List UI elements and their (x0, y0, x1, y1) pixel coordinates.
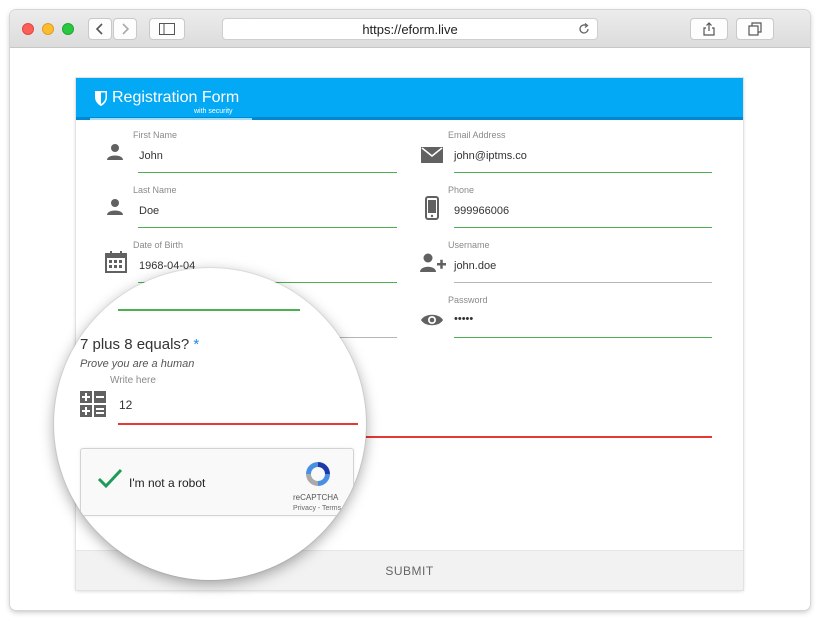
required-mark: * (193, 336, 200, 353)
recaptcha-label: I'm not a robot (129, 476, 206, 490)
form-subtitle: with security (194, 108, 233, 115)
first-name-underline (138, 172, 397, 173)
envelope-icon (421, 147, 443, 163)
url-text: https://eform.live (362, 21, 458, 37)
tabs-button[interactable] (736, 18, 774, 40)
checkmark-icon[interactable] (97, 468, 123, 490)
password-input[interactable]: ••••• (454, 313, 473, 325)
sidebar-toggle-button[interactable] (149, 18, 185, 40)
shield-icon (95, 91, 107, 106)
email-label: Email Address (448, 130, 506, 140)
captcha-answer-underline-magnified (118, 423, 358, 425)
calculator-icon (80, 391, 106, 417)
captcha-answer-underline (366, 436, 712, 438)
person-icon (107, 144, 123, 160)
zoom-window-button[interactable] (62, 23, 74, 35)
first-name-input[interactable]: John (139, 150, 163, 162)
username-label: Username (448, 240, 490, 250)
first-name-label: First Name (133, 130, 178, 140)
password-label: Password (448, 295, 488, 305)
close-window-button[interactable] (22, 23, 34, 35)
captcha-answer-input[interactable]: 12 (119, 398, 132, 412)
phone-label: Phone (448, 185, 475, 195)
back-button[interactable] (88, 18, 112, 40)
forward-button[interactable] (113, 18, 137, 40)
magnifier-lens: 7 plus 8 equals? * Prove you are a human… (54, 268, 366, 580)
sidebar-icon (159, 23, 175, 35)
email-underline (454, 172, 712, 173)
phone-input[interactable]: 999966006 (454, 205, 509, 217)
calendar-icon (105, 251, 127, 273)
captcha-question-text: 7 plus 8 equals? (80, 336, 190, 353)
captcha-question: 7 plus 8 equals? * (80, 336, 199, 353)
recaptcha-logo-icon (306, 462, 330, 486)
email-input[interactable]: john@iptms.co (454, 150, 527, 162)
last-name-label: Last Name (133, 185, 177, 195)
dob-label: Date of Birth (133, 240, 184, 250)
tabs-icon (748, 22, 762, 36)
share-button[interactable] (690, 18, 728, 40)
chevron-right-icon (122, 23, 130, 35)
form-header: Registration Form with security (76, 78, 743, 120)
dob-underline-magnified (118, 309, 300, 311)
recaptcha-brand: reCAPTCHA (293, 493, 339, 502)
phone-underline (454, 227, 712, 228)
password-underline (454, 337, 712, 338)
form-title: Registration Form (112, 89, 240, 106)
eye-icon (421, 314, 443, 326)
browser-window: https://eform.live Registration Form wit… (10, 10, 810, 610)
phone-icon (425, 196, 439, 220)
header-underline (90, 118, 252, 120)
recaptcha-terms-link[interactable]: Privacy - Terms (293, 505, 341, 512)
reload-icon[interactable] (577, 22, 591, 36)
address-bar[interactable]: https://eform.live (222, 18, 598, 40)
share-icon (703, 22, 715, 36)
username-underline (454, 282, 712, 283)
submit-button[interactable]: SUBMIT (385, 564, 433, 578)
chevron-left-icon (95, 23, 103, 35)
minimize-window-button[interactable] (42, 23, 54, 35)
captcha-input-label: Write here (110, 375, 156, 386)
username-input[interactable]: john.doe (454, 260, 496, 272)
last-name-underline (138, 227, 397, 228)
captcha-hint: Prove you are a human (80, 358, 195, 370)
recaptcha-widget: I'm not a robot reCAPTCHA Privacy - Term… (80, 448, 354, 516)
last-name-input[interactable]: Doe (139, 205, 159, 217)
person-icon (107, 199, 123, 215)
add-user-icon (420, 253, 446, 272)
browser-toolbar: https://eform.live (10, 10, 810, 48)
